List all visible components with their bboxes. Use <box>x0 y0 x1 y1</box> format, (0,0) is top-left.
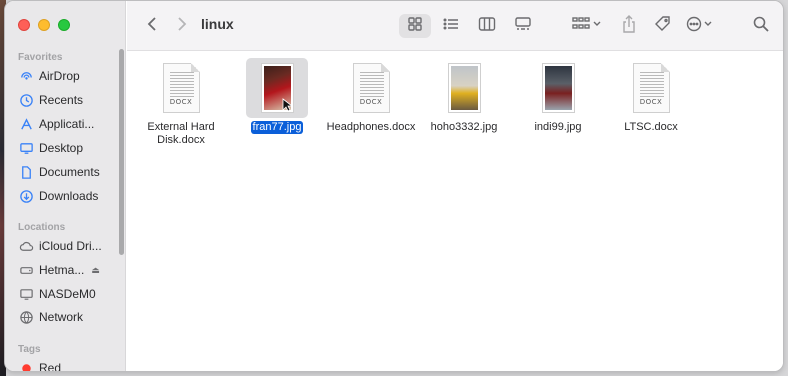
file-ext-label: DOCX <box>639 98 663 106</box>
toolbar: linux <box>127 1 783 51</box>
icon-view-icon <box>407 16 423 37</box>
clock-icon <box>18 92 34 108</box>
file-item[interactable]: indi99.jpg <box>514 58 602 134</box>
file-thumbnail[interactable]: DOCX <box>340 58 402 118</box>
sidebar-item-label: Applicati... <box>39 117 95 131</box>
file-thumbnail[interactable]: DOCX <box>150 58 212 118</box>
sidebar-item-label: AirDrop <box>39 69 80 83</box>
tags-heading: Tags <box>18 344 41 355</box>
zoom-button[interactable] <box>58 19 70 31</box>
applications-icon <box>18 116 34 132</box>
chevron-right-icon <box>177 16 187 37</box>
close-button[interactable] <box>18 19 30 31</box>
favorites-heading: Favorites <box>18 52 63 63</box>
docx-file-icon: DOCX <box>632 63 670 113</box>
cloud-icon <box>18 238 34 254</box>
eject-icon[interactable]: ⏏ <box>91 265 100 276</box>
sidebar-item-label: NASDeM0 <box>39 287 96 301</box>
sidebar-item-label: Recents <box>39 93 84 107</box>
column-view-button[interactable] <box>471 14 503 38</box>
search-icon <box>753 16 769 37</box>
gallery-view-button[interactable] <box>507 14 539 38</box>
tag-button[interactable] <box>651 14 675 38</box>
sidebar-item-label: Hetma... <box>39 263 85 277</box>
list-view-button[interactable] <box>435 14 467 38</box>
sidebar-item-label: iCloud Dri... <box>39 239 102 253</box>
icon-view-button[interactable] <box>399 14 431 38</box>
sidebar-item-recents[interactable]: Recents <box>18 90 120 110</box>
file-ext-label: DOCX <box>169 98 193 106</box>
group-icon <box>572 16 602 37</box>
file-item[interactable]: DOCX Headphones.docx <box>327 58 415 134</box>
back-button[interactable] <box>141 14 163 38</box>
sidebar-item-desktop[interactable]: Desktop <box>18 138 120 158</box>
sidebar-item-network[interactable]: Network <box>18 307 120 327</box>
file-name[interactable]: indi99.jpg <box>531 121 584 134</box>
docx-file-icon: DOCX <box>162 63 200 113</box>
search-button[interactable] <box>749 14 773 38</box>
desktop-icon <box>18 140 34 156</box>
sidebar-scrollbar[interactable] <box>119 49 124 255</box>
locations-heading: Locations <box>18 222 66 233</box>
file-item[interactable]: DOCX External Hard Disk.docx <box>137 58 225 147</box>
sidebar-item-documents[interactable]: Documents <box>18 162 120 182</box>
sidebar-item-label: Network <box>39 310 84 324</box>
file-thumbnail[interactable] <box>527 58 589 118</box>
jpg-file-thumbnail <box>447 63 481 113</box>
file-item[interactable]: DOCX LTSC.docx <box>607 58 695 134</box>
gallery-view-icon <box>514 16 532 37</box>
sidebar-item-hetman[interactable]: Hetma... ⏏ <box>18 260 120 280</box>
file-ext-label: DOCX <box>359 98 383 106</box>
share-icon <box>622 14 636 38</box>
file-thumbnail[interactable] <box>433 58 495 118</box>
window-title: linux <box>201 16 234 32</box>
file-name[interactable]: Headphones.docx <box>324 121 419 134</box>
share-button[interactable] <box>617 14 641 38</box>
file-thumbnail[interactable] <box>246 58 308 118</box>
group-button[interactable] <box>569 14 605 38</box>
sidebar-item-nas[interactable]: NASDeM0 <box>18 284 120 304</box>
sidebar-item-downloads[interactable]: Downloads <box>18 186 120 206</box>
sidebar-item-tag-red[interactable]: Red <box>18 358 120 372</box>
file-name-line1: External Hard <box>147 121 215 133</box>
globe-icon <box>18 309 34 325</box>
sidebar-item-label: Downloads <box>39 189 99 203</box>
sidebar-item-label: Red <box>39 361 62 372</box>
file-name-selected[interactable]: fran77.jpg <box>250 121 304 134</box>
file-name[interactable]: External Hard Disk.docx <box>144 121 217 147</box>
document-icon <box>18 164 34 180</box>
ellipsis-icon <box>686 16 716 37</box>
monitor-icon <box>18 286 34 302</box>
minimize-button[interactable] <box>38 19 50 31</box>
finder-window: Favorites AirDrop Recents Applicati... D… <box>4 0 784 372</box>
file-name-line2: Disk.docx <box>157 134 205 146</box>
sidebar-item-applications[interactable]: Applicati... <box>18 114 120 134</box>
forward-button[interactable] <box>171 14 193 38</box>
tag-icon <box>654 15 672 38</box>
file-name[interactable]: hoho3332.jpg <box>428 121 501 134</box>
jpg-file-thumbnail <box>541 63 575 113</box>
sidebar: Favorites AirDrop Recents Applicati... D… <box>5 1 126 371</box>
column-view-icon <box>478 16 496 37</box>
airdrop-icon <box>18 68 34 84</box>
sidebar-item-label: Desktop <box>39 141 84 155</box>
drive-icon <box>18 262 34 278</box>
mouse-cursor-icon <box>282 98 292 112</box>
red-tag-dot-icon <box>18 360 34 371</box>
file-thumbnail[interactable]: DOCX <box>620 58 682 118</box>
file-browser-area[interactable]: DOCX External Hard Disk.docx fran77.jpg <box>127 52 783 371</box>
chevron-left-icon <box>147 16 157 37</box>
more-actions-button[interactable] <box>683 14 719 38</box>
docx-file-icon: DOCX <box>352 63 390 113</box>
sidebar-item-icloud[interactable]: iCloud Dri... <box>18 236 120 256</box>
sidebar-item-label: Documents <box>39 165 100 179</box>
window-controls <box>18 19 70 31</box>
list-view-icon <box>443 16 459 37</box>
file-name[interactable]: LTSC.docx <box>621 121 681 134</box>
sidebar-item-airdrop[interactable]: AirDrop <box>18 66 120 86</box>
file-item-selected[interactable]: fran77.jpg <box>233 58 321 134</box>
file-item[interactable]: hoho3332.jpg <box>420 58 508 134</box>
download-icon <box>18 188 34 204</box>
